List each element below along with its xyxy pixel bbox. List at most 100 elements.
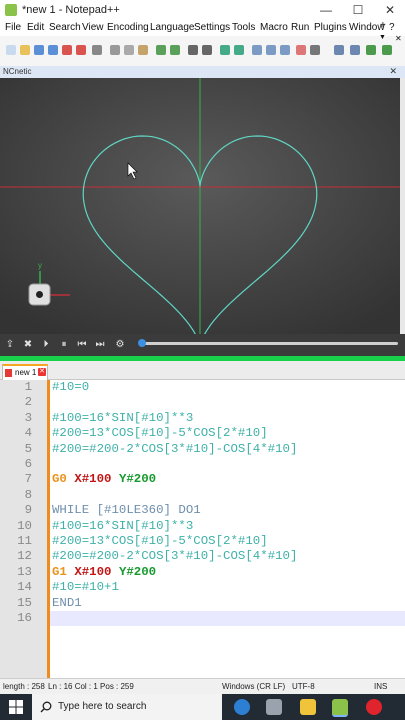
code-line[interactable]: 5 #200=#200-2*COS[3*#10]-COS[4*#10]	[0, 442, 405, 457]
code-line[interactable]: 14 #10=#10+1	[0, 580, 405, 595]
sync-scroll-icon[interactable]	[252, 45, 262, 55]
line-code: #10=#10+1	[52, 580, 119, 595]
code-token: #200=13*COS[#10]-5*COS[2*#10]	[52, 534, 268, 548]
gizmo-origin	[36, 291, 43, 298]
folder-workspace-icon[interactable]	[366, 45, 376, 55]
code-token: #200=#200-2*COS[3*#10]-COS[4*#10]	[52, 441, 298, 456]
menu-encoding[interactable]: Encoding	[107, 22, 149, 33]
viewport-scrollbar[interactable]	[400, 78, 405, 334]
stop-icon[interactable]: ✖	[22, 339, 34, 351]
menu-help[interactable]: ?	[389, 22, 395, 33]
code-line[interactable]: 16	[0, 611, 405, 626]
code-line[interactable]: 6	[0, 457, 405, 472]
play-macro-icon[interactable]	[310, 45, 320, 55]
new-tab-plus-icon[interactable]: +	[380, 20, 386, 31]
step-back-icon[interactable]: ⏮	[76, 339, 88, 351]
tab-new-1[interactable]: new 1 ✕	[2, 364, 48, 381]
tab-close-icon[interactable]: ✕	[38, 368, 46, 376]
photos-app-icon[interactable]	[266, 699, 282, 715]
menu-tools[interactable]: Tools	[232, 22, 255, 33]
menu-view[interactable]: View	[82, 22, 104, 33]
code-line[interactable]: 9 WHILE [#10LE360] DO1	[0, 503, 405, 518]
menu-edit[interactable]: Edit	[27, 22, 44, 33]
redo-icon[interactable]	[170, 45, 180, 55]
pause-icon[interactable]: ⏸	[58, 339, 70, 351]
monitoring-icon[interactable]	[382, 45, 392, 55]
code-line[interactable]: 13 G1 X#100 Y#200	[0, 565, 405, 580]
code-line[interactable]: 8	[0, 488, 405, 503]
line-number: 13	[17, 564, 32, 579]
word-wrap-icon[interactable]	[266, 45, 276, 55]
code-line[interactable]: 3 #100=16*SIN[#10]**3	[0, 411, 405, 426]
windows-start-icon[interactable]	[9, 700, 23, 714]
code-token: X#100	[74, 564, 119, 579]
cut-icon[interactable]	[110, 45, 120, 55]
code-editor[interactable]: 1 #10=0 2 3 #100=16*SIN[#10]**3 4 #200=13*COS[…	[0, 380, 405, 678]
export-icon[interactable]: ⇪	[4, 339, 16, 351]
play-icon[interactable]: ⏵	[40, 339, 52, 351]
status-position: Ln : 16 Col : 1 Pos : 259	[48, 682, 134, 691]
code-token: G1	[52, 564, 75, 579]
close-all-icon[interactable]	[76, 45, 86, 55]
line-number: 9	[24, 503, 32, 518]
simulation-progress-thumb[interactable]	[138, 339, 146, 347]
code-line[interactable]: 4 #200=13*COS[#10]-5*COS[2*#10]	[0, 426, 405, 441]
line-code: G1 X#100 Y#200	[52, 565, 156, 580]
simulation-progress-track[interactable]	[140, 342, 398, 345]
code-token: #10=#10+1	[52, 580, 119, 595]
menu-language[interactable]: Language	[150, 22, 195, 33]
close-file-icon[interactable]	[62, 45, 72, 55]
save-all-icon[interactable]	[48, 45, 58, 55]
code-line[interactable]: 7 G0 X#100 Y#200	[0, 472, 405, 487]
undo-icon[interactable]	[156, 45, 166, 55]
record-macro-icon[interactable]	[296, 45, 306, 55]
line-code: WHILE [#10LE360] DO1	[52, 503, 201, 518]
file-explorer-icon[interactable]	[300, 699, 316, 715]
open-file-icon[interactable]	[20, 45, 30, 55]
code-token: Y#200	[118, 564, 157, 579]
edge-browser-icon[interactable]	[234, 699, 250, 715]
line-code: #200=#200-2*COS[3*#10]-COS[4*#10]	[52, 549, 297, 564]
code-line[interactable]: 1 #10=0	[0, 380, 405, 395]
zoom-in-icon[interactable]	[220, 45, 230, 55]
line-number: 12	[17, 549, 32, 564]
line-code: #200=13*COS[#10]-5*COS[2*#10]	[52, 426, 268, 441]
menu-settings[interactable]: Settings	[194, 22, 230, 33]
notepadpp-taskbar-icon[interactable]	[332, 699, 348, 717]
paste-icon[interactable]	[138, 45, 148, 55]
toolpath-viewport[interactable]: y	[0, 78, 400, 334]
close-button[interactable]: ✕	[374, 0, 405, 20]
new-file-icon[interactable]	[6, 45, 16, 55]
menu-file[interactable]: File	[5, 22, 21, 33]
code-line[interactable]: 15 END1	[0, 596, 405, 611]
menu-search[interactable]: Search	[49, 22, 81, 33]
code-line[interactable]: 12 #200=#200-2*COS[3*#10]-COS[4*#10]	[0, 549, 405, 564]
replace-icon[interactable]	[202, 45, 212, 55]
show-all-chars-icon[interactable]	[280, 45, 290, 55]
code-line[interactable]: 10 #100=16*SIN[#10]**3	[0, 519, 405, 534]
code-line[interactable]: 2	[0, 395, 405, 410]
status-mode: INS	[374, 682, 388, 691]
maximize-button[interactable]: ☐	[342, 0, 374, 20]
copy-icon[interactable]	[124, 45, 134, 55]
step-forward-icon[interactable]: ⏭	[94, 339, 106, 351]
code-token: X#100	[74, 472, 119, 487]
save-icon[interactable]	[34, 45, 44, 55]
function-list-icon[interactable]	[350, 45, 360, 55]
code-line[interactable]: 11 #200=13*COS[#10]-5*COS[2*#10]	[0, 534, 405, 549]
line-number: 4	[24, 426, 32, 441]
zoom-out-icon[interactable]	[234, 45, 244, 55]
settings-icon[interactable]: ⚙	[114, 339, 126, 351]
menu-run[interactable]: Run	[291, 22, 309, 33]
doc-map-icon[interactable]	[334, 45, 344, 55]
minimize-button[interactable]: —	[310, 0, 342, 20]
find-icon[interactable]	[188, 45, 198, 55]
close-doc-icon[interactable]: ✕	[395, 34, 402, 43]
taskbar-search-box[interactable]: Type here to search	[32, 694, 222, 720]
print-icon[interactable]	[92, 45, 102, 55]
menu-plugins[interactable]: Plugins	[314, 22, 347, 33]
opera-browser-icon[interactable]	[366, 699, 382, 715]
panel-close-icon[interactable]: ✕	[389, 66, 397, 77]
tab-list-dropdown-icon[interactable]: ▼	[379, 34, 386, 41]
menu-macro[interactable]: Macro	[260, 22, 288, 33]
